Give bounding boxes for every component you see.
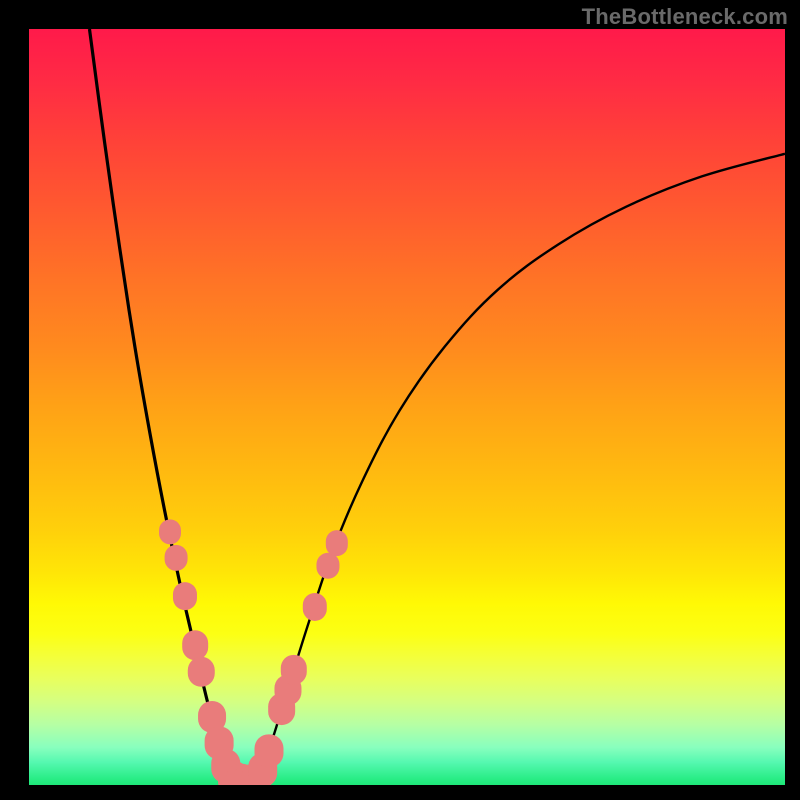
marker-dot: [255, 734, 284, 767]
marker-dot: [316, 552, 339, 579]
marker-dot: [326, 530, 348, 556]
curve-layer: [29, 29, 785, 785]
right-branch-curve: [256, 154, 785, 783]
marker-dot: [303, 593, 327, 621]
watermark-text: TheBottleneck.com: [582, 4, 788, 30]
marker-dot: [183, 630, 209, 659]
frame: TheBottleneck.com: [0, 0, 800, 800]
plot-area: [29, 29, 785, 785]
marker-dot: [159, 519, 181, 544]
marker-dot: [280, 655, 306, 685]
marker-dot: [188, 656, 214, 686]
marker-dot: [173, 582, 197, 610]
marker-dot: [164, 545, 187, 571]
